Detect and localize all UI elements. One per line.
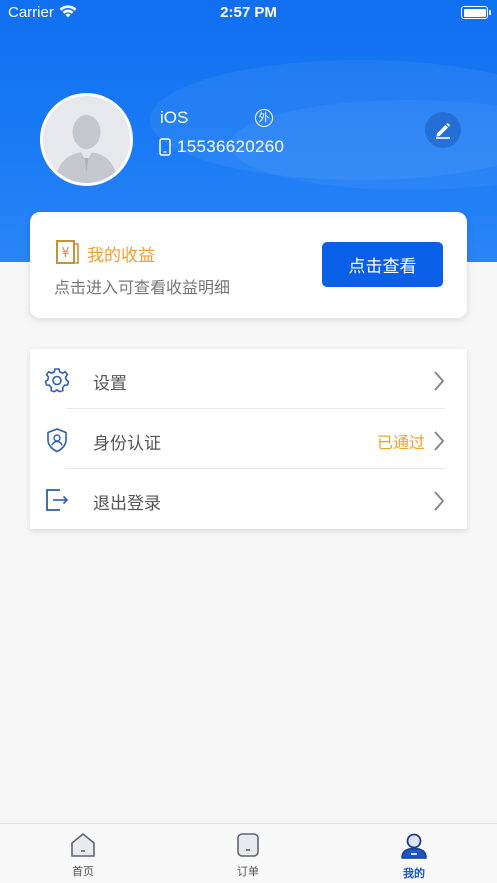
edit-profile-button[interactable] bbox=[425, 112, 461, 148]
tab-bar: 首页 订单 我的 bbox=[0, 823, 497, 883]
svg-text:¥: ¥ bbox=[61, 246, 69, 261]
earnings-card[interactable]: ¥ 我的收益 点击进入可查看收益明细 点击查看 bbox=[30, 212, 467, 318]
earnings-title: 我的收益 bbox=[87, 246, 155, 266]
settings-menu: 设置 身份认证 已通过 退出登录 bbox=[30, 349, 467, 529]
view-earnings-button[interactable]: 点击查看 bbox=[322, 242, 443, 287]
clock: 2:57 PM bbox=[220, 4, 277, 21]
chevron-right-icon bbox=[432, 370, 446, 396]
menu-item-settings[interactable]: 设置 bbox=[30, 349, 467, 409]
shield-user-icon bbox=[44, 427, 70, 457]
chevron-right-icon bbox=[432, 430, 446, 456]
logout-icon bbox=[44, 487, 70, 517]
gear-icon bbox=[44, 367, 70, 397]
wallet-yuan-icon: ¥ bbox=[54, 238, 80, 270]
tab-label: 订单 bbox=[237, 865, 259, 878]
phone-number: 15536620260 bbox=[177, 137, 285, 156]
menu-item-label: 身份认证 bbox=[93, 434, 161, 454]
phone-icon bbox=[159, 138, 171, 160]
tab-mine[interactable]: 我的 bbox=[374, 832, 454, 882]
pencil-icon bbox=[436, 122, 451, 139]
username: iOS bbox=[160, 108, 189, 127]
user-type-badge: 外 bbox=[255, 109, 273, 127]
home-icon bbox=[43, 832, 123, 862]
order-icon bbox=[208, 832, 288, 862]
menu-item-identity-verification[interactable]: 身份认证 已通过 bbox=[30, 409, 467, 469]
chevron-right-icon bbox=[432, 490, 446, 516]
tab-orders[interactable]: 订单 bbox=[208, 832, 288, 882]
verification-status: 已通过 bbox=[376, 433, 425, 452]
tab-home[interactable]: 首页 bbox=[43, 832, 123, 882]
tab-label: 我的 bbox=[403, 867, 425, 880]
profile-icon bbox=[374, 832, 454, 864]
tab-label: 首页 bbox=[72, 865, 94, 878]
avatar[interactable] bbox=[40, 93, 133, 186]
menu-item-label: 设置 bbox=[93, 374, 127, 394]
battery-icon bbox=[461, 6, 491, 19]
menu-item-label: 退出登录 bbox=[93, 494, 161, 514]
status-bar: Carrier 2:57 PM bbox=[0, 0, 497, 26]
menu-item-logout[interactable]: 退出登录 bbox=[30, 469, 467, 529]
earnings-subtitle: 点击进入可查看收益明细 bbox=[54, 278, 231, 297]
default-avatar-icon bbox=[43, 96, 130, 183]
